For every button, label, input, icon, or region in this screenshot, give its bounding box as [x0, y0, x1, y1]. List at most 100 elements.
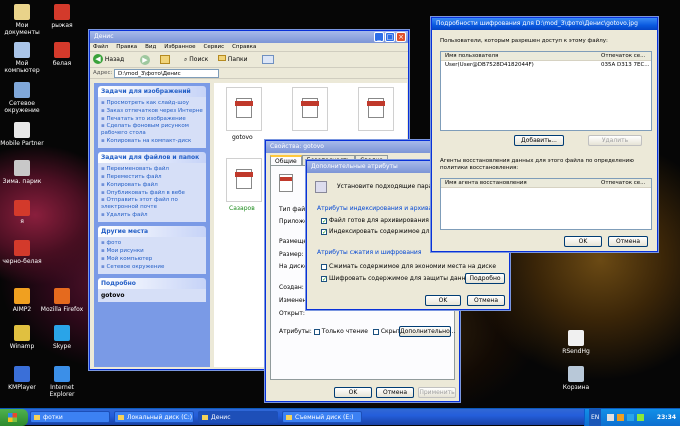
- task-slideshow[interactable]: Просмотреть как слайд-шоу: [101, 99, 203, 107]
- taskbar-item-local-disk[interactable]: Локальный диск (C:): [114, 411, 194, 423]
- encryption-cancel-button[interactable]: Отмена: [608, 236, 648, 247]
- forward-arrow-icon[interactable]: ▶: [140, 55, 150, 65]
- desktop-icon[interactable]: Сетевое окружение: [0, 82, 44, 114]
- users-header: Имя пользователя Отпечаток се...: [441, 52, 651, 61]
- file-thumb-2[interactable]: [292, 87, 328, 131]
- desktop-icon[interactable]: Мой компьютер: [0, 42, 44, 74]
- desktop-icon[interactable]: Internet Explorer: [40, 366, 84, 398]
- desktop-icon-image: [14, 82, 30, 98]
- apply-button[interactable]: Применить: [418, 387, 456, 398]
- task-email[interactable]: Отправить этот файл по электронной почте: [101, 197, 203, 211]
- tray-icon-1[interactable]: [607, 414, 614, 421]
- task-copy[interactable]: Копировать файл: [101, 181, 203, 189]
- search-button[interactable]: ⌕ Поиск: [184, 54, 208, 66]
- language-indicator[interactable]: EN: [589, 409, 602, 426]
- up-folder-icon[interactable]: [160, 55, 170, 64]
- col-agent-name[interactable]: Имя агента восстановления: [445, 179, 527, 188]
- views-icon[interactable]: [262, 55, 274, 64]
- menu-tools[interactable]: Сервис: [204, 43, 225, 51]
- task-rename[interactable]: Переименовать файл: [101, 165, 203, 173]
- hidden-checkbox[interactable]: [372, 328, 379, 335]
- task-delete[interactable]: Удалить файл: [101, 211, 203, 219]
- col-agent-thumbprint[interactable]: Отпечаток се...: [601, 179, 645, 188]
- desktop-icon-image: [54, 42, 70, 58]
- advanced-ok-button[interactable]: OK: [425, 295, 461, 306]
- tab-general[interactable]: Общие: [270, 155, 302, 165]
- add-user-button[interactable]: Добавить...: [514, 135, 564, 146]
- taskbar-item-removable-disk[interactable]: Съемный диск (E:): [282, 411, 362, 423]
- details-button[interactable]: Подробно: [465, 273, 505, 284]
- tray-icon-3[interactable]: [627, 414, 634, 421]
- clock[interactable]: 23:34: [657, 409, 676, 426]
- encryption-title: Подробности шифрования для D:\mod_3\фото…: [436, 20, 638, 27]
- desktop-icon[interactable]: Winamp: [0, 325, 44, 350]
- taskbar-item-denis[interactable]: Денис: [198, 411, 278, 423]
- minimize-icon[interactable]: _: [374, 32, 384, 42]
- menu-edit[interactable]: Правка: [116, 43, 137, 51]
- task-publish[interactable]: Опубликовать файл в вебе: [101, 189, 203, 197]
- desktop-icon[interactable]: Корзина: [554, 366, 598, 391]
- users-list[interactable]: Имя пользователя Отпечаток се... User(Us…: [440, 51, 652, 131]
- folders-button[interactable]: Папки: [218, 54, 248, 66]
- place-network[interactable]: Сетевое окружение: [101, 263, 203, 271]
- task-move[interactable]: Переместить файл: [101, 173, 203, 181]
- desktop-icon[interactable]: я: [0, 200, 44, 225]
- desktop-icon[interactable]: Мои документы: [0, 4, 44, 36]
- desktop-icon[interactable]: Зима. парик: [0, 160, 44, 185]
- file-name-2[interactable]: Сазаров: [229, 205, 255, 212]
- desktop-icon[interactable]: Mozilla Firefox: [40, 288, 84, 313]
- menu-file[interactable]: Файл: [93, 43, 108, 51]
- task-copy-cd[interactable]: Копировать на компакт-диск: [101, 137, 203, 145]
- maximize-icon[interactable]: □: [385, 32, 395, 42]
- compress-label: Сжимать содержимое для экономии места на…: [329, 263, 497, 270]
- file-thumb-1[interactable]: [226, 87, 262, 131]
- file-name-1[interactable]: gotovo: [232, 134, 253, 141]
- task-order-prints[interactable]: Заказ отпечатков через Интернет: [101, 107, 203, 115]
- desktop-icon[interactable]: черно-белая: [0, 240, 44, 265]
- address-input[interactable]: D:\mod_3\фото\Денис: [114, 69, 219, 78]
- place-my-pictures[interactable]: Мои рисунки: [101, 247, 203, 255]
- compress-checkbox[interactable]: [321, 263, 327, 270]
- advanced-button[interactable]: Дополнительно...: [399, 326, 455, 337]
- desktop-icon[interactable]: рыжая: [40, 4, 84, 29]
- ok-button[interactable]: OK: [334, 387, 372, 398]
- desktop-icon[interactable]: KMPlayer: [0, 366, 44, 391]
- desktop-icon-label: Mobile Partner: [0, 140, 44, 147]
- user-row[interactable]: User(User@DB7528D4182044F) 035A D313 7EC…: [441, 61, 651, 70]
- menu-help[interactable]: Справка: [232, 43, 256, 51]
- encrypt-checkbox[interactable]: ✓: [321, 275, 327, 282]
- start-button[interactable]: [0, 409, 28, 426]
- place-my-computer[interactable]: Мой компьютер: [101, 255, 203, 263]
- desktop-icon[interactable]: AIMP2: [0, 288, 44, 313]
- agents-list[interactable]: Имя агента восстановления Отпечаток се..…: [440, 178, 652, 230]
- cancel-button[interactable]: Отмена: [376, 387, 414, 398]
- index-checkbox[interactable]: ✓: [321, 228, 327, 235]
- desktop-icon[interactable]: белая: [40, 42, 84, 67]
- col-thumbprint[interactable]: Отпечаток се...: [601, 52, 645, 61]
- archive-checkbox[interactable]: ✓: [321, 217, 327, 224]
- image-tasks: Задачи для изображений Просмотреть как с…: [98, 86, 206, 148]
- desktop-icon[interactable]: Skype: [40, 325, 84, 350]
- close-icon[interactable]: ×: [396, 32, 406, 42]
- tray-icon-2[interactable]: [617, 414, 624, 421]
- desktop-icon[interactable]: RSendHg: [554, 330, 598, 355]
- desktop-icon[interactable]: Mobile Partner: [0, 122, 44, 147]
- readonly-checkbox[interactable]: [313, 328, 320, 335]
- advanced-cancel-button[interactable]: Отмена: [467, 295, 505, 306]
- menu-view[interactable]: Вид: [145, 43, 156, 51]
- file-thumb-4[interactable]: [226, 158, 262, 202]
- task-set-wallpaper[interactable]: Сделать фоновым рисунком рабочего стола: [101, 123, 203, 137]
- file-thumb-3[interactable]: [358, 87, 394, 131]
- taskbar-item-photos[interactable]: фотки: [30, 411, 110, 423]
- remove-user-button[interactable]: Удалить: [588, 135, 642, 146]
- back-button[interactable]: ◀ Назад: [93, 54, 124, 66]
- task-print[interactable]: Печатать это изображение: [101, 115, 203, 123]
- encryption-ok-button[interactable]: OK: [564, 236, 602, 247]
- explorer-titlebar[interactable]: Денис _ □ ×: [90, 31, 408, 43]
- encryption-titlebar[interactable]: Подробности шифрования для D:\mod_3\фото…: [432, 18, 657, 30]
- menu-favorites[interactable]: Избранное: [164, 43, 195, 51]
- tray-icon-4[interactable]: [637, 414, 644, 421]
- desktop-icon-label: Internet Explorer: [49, 384, 75, 398]
- col-user-name[interactable]: Имя пользователя: [445, 52, 498, 61]
- place-photos[interactable]: фото: [101, 239, 203, 247]
